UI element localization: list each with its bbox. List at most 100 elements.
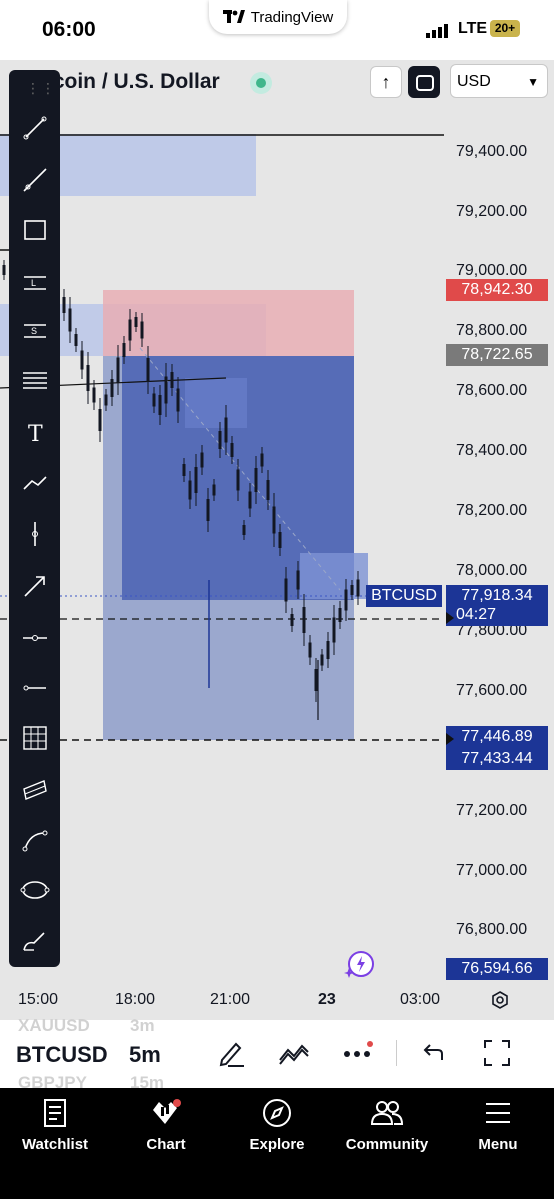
currency-value: USD — [457, 73, 491, 90]
indicators-button[interactable] — [278, 1040, 310, 1071]
svg-text:S: S — [31, 326, 37, 336]
chevron-down-icon: ▼ — [527, 75, 539, 89]
scroll-up-button[interactable]: ↑ — [370, 66, 402, 98]
compass-icon — [263, 1099, 291, 1127]
nav-explore[interactable]: Explore — [227, 1096, 327, 1153]
fullscreen-button[interactable] — [408, 66, 440, 98]
price-label: 79,400.00 — [456, 143, 528, 160]
time-label: 23 — [318, 991, 336, 1008]
curve-icon — [22, 830, 47, 852]
pair-title[interactable]: itcoin / U.S. Dollar — [40, 70, 220, 94]
price-label: 78,000.00 — [456, 562, 528, 579]
rectangle-icon — [23, 220, 46, 240]
drawing-tools-button[interactable] — [216, 1038, 246, 1073]
timeframe-selector[interactable]: 5m — [129, 1042, 161, 1068]
price-tag-low: 76,594.66 — [446, 958, 548, 980]
vertical-line-icon — [31, 522, 38, 546]
nav-label: Community — [345, 1136, 429, 1153]
bar-countdown: 04:27 — [446, 604, 548, 626]
horizontal-ray-icon — [22, 635, 47, 641]
parallel-channel-icon — [22, 780, 47, 800]
drag-handle-icon[interactable]: ⋮⋮ — [26, 80, 56, 97]
short-position-icon: S — [23, 324, 46, 338]
ray-line-icon — [22, 168, 47, 192]
price-label: 77,200.00 — [456, 802, 528, 819]
price-label: 77,000.00 — [456, 862, 528, 879]
tool-horizontal-ray[interactable] — [9, 618, 60, 658]
menu-icon — [486, 1103, 510, 1123]
text-icon: T — [28, 422, 43, 447]
price-label: 78,800.00 — [456, 322, 528, 339]
time-label: 03:00 — [400, 991, 441, 1008]
sparkle-icon — [344, 951, 374, 978]
ghost-timeframe: 3m — [130, 1016, 155, 1035]
arrow-icon — [23, 576, 45, 597]
pen-icon — [219, 1042, 244, 1067]
tool-path[interactable] — [9, 462, 60, 502]
community-icon — [370, 1101, 404, 1125]
tool-long-position[interactable]: L — [9, 262, 60, 302]
grid-icon — [22, 726, 47, 750]
price-label: 79,000.00 — [456, 262, 528, 279]
app-pill[interactable]: TradingView — [209, 0, 347, 34]
tool-text[interactable]: T — [9, 412, 60, 452]
nav-label: Chart — [146, 1136, 186, 1153]
nav-label: Menu — [478, 1136, 518, 1153]
expand-button[interactable] — [482, 1038, 512, 1073]
indicators-icon — [279, 1044, 309, 1065]
tool-trend-line[interactable] — [9, 108, 60, 148]
horizontal-lines-icon — [22, 372, 47, 389]
price-pointer-icon — [446, 733, 454, 745]
chart-settings-icon[interactable] — [490, 990, 510, 1010]
time-label: 15:00 — [18, 991, 59, 1008]
price-label: 78,600.00 — [456, 382, 528, 399]
tool-short-position[interactable]: S — [9, 310, 60, 350]
undo-icon — [423, 1044, 443, 1060]
watchlist-icon — [44, 1099, 66, 1127]
nav-chart[interactable]: Chart — [116, 1096, 216, 1153]
symbol-selector[interactable]: BTCUSD — [16, 1042, 108, 1068]
price-label: 78,400.00 — [456, 442, 528, 459]
tool-ellipse[interactable] — [9, 870, 60, 910]
horizontal-segment-icon — [23, 685, 46, 691]
undo-button[interactable] — [420, 1040, 446, 1071]
more-dots-icon — [344, 1041, 373, 1057]
tool-vertical-line[interactable] — [9, 514, 60, 554]
status-time: 06:00 — [42, 18, 96, 41]
tool-horizontal-lines[interactable] — [9, 360, 60, 400]
trend-line-icon — [23, 116, 46, 140]
divider — [396, 1040, 397, 1066]
currency-select[interactable]: USD ▼ — [450, 64, 548, 98]
tool-curve[interactable] — [9, 820, 60, 860]
battery-indicator: 20+ — [490, 20, 520, 37]
tool-horizontal-segment[interactable] — [9, 668, 60, 708]
long-position-icon: L — [23, 276, 46, 290]
nav-menu[interactable]: Menu — [448, 1096, 548, 1153]
tool-grid[interactable] — [9, 718, 60, 758]
price-tag-target: 78,942.30 — [446, 279, 548, 301]
svg-text:L: L — [31, 278, 36, 288]
tool-ray-line[interactable] — [9, 160, 60, 200]
ai-assistant-button[interactable] — [340, 948, 376, 984]
nav-community[interactable]: Community — [337, 1096, 437, 1153]
price-label: 78,200.00 — [456, 502, 528, 519]
nav-watchlist[interactable]: Watchlist — [5, 1096, 105, 1153]
path-icon — [22, 476, 47, 490]
tradingview-logo-icon — [222, 10, 245, 23]
tool-arrow[interactable] — [9, 566, 60, 606]
price-tag-entry: 78,722.65 — [446, 344, 548, 366]
price-tag-line: 77,433.44 — [446, 748, 548, 770]
signal-icon — [426, 24, 448, 38]
app-pill-label: TradingView — [250, 8, 334, 26]
time-label: 21:00 — [210, 991, 251, 1008]
price-tag-stop: 77,446.89 — [446, 726, 548, 748]
svg-text:T: T — [28, 422, 43, 447]
more-button[interactable] — [342, 1040, 376, 1071]
brush-icon — [22, 932, 45, 951]
tool-rectangle[interactable] — [9, 210, 60, 250]
expand-icon — [484, 1040, 510, 1066]
price-label: 79,200.00 — [456, 203, 528, 220]
tool-parallel-channel[interactable] — [9, 770, 60, 810]
tool-brush[interactable] — [9, 920, 60, 960]
time-label: 18:00 — [115, 991, 156, 1008]
